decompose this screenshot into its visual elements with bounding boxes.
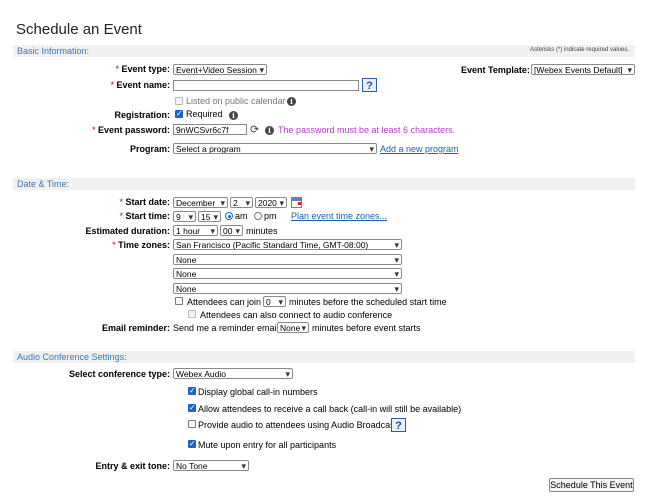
registration-required-checkbox[interactable] <box>175 109 183 118</box>
attendees-join-checkbox[interactable] <box>175 297 183 305</box>
basic-information-title: Basic Information: <box>17 46 90 56</box>
event-password-label: * Event password: <box>91 125 170 135</box>
required-note: Asterisks (*) indicate required values. <box>529 47 629 53</box>
join-minutes-suffix: minutes before the scheduled start time <box>289 297 447 307</box>
pm-radio[interactable] <box>254 212 262 220</box>
join-minutes-select[interactable]: 0 <box>263 296 286 307</box>
global-callin-checkbox[interactable] <box>188 386 196 395</box>
audio-broadcast-checkbox[interactable] <box>188 420 196 428</box>
start-year-select[interactable]: 2020 <box>255 197 287 208</box>
basic-information-header: Basic Information: Asterisks (*) indicat… <box>13 45 635 57</box>
page-title: Schedule an Event <box>16 21 142 38</box>
global-callin-label: Display global call-in numbers <box>198 387 318 397</box>
event-password-input[interactable]: 9nWCSvr6c7f <box>173 124 247 135</box>
add-program-link[interactable]: Add a new program <box>380 144 459 154</box>
audio-connect-checkbox[interactable] <box>188 310 196 318</box>
calendar-icon[interactable] <box>291 197 302 208</box>
audio-broadcast-label: Provide audio to attendees using Audio B… <box>198 420 398 430</box>
start-minute-select[interactable]: 15 <box>198 211 221 222</box>
entry-exit-tone-label: Entry & exit tone: <box>95 461 170 471</box>
event-type-label: * Event type: <box>115 64 170 74</box>
entry-exit-tone-select[interactable]: No Tone <box>173 460 249 471</box>
reminder-select[interactable]: None <box>277 322 309 333</box>
time-zone-select-1[interactable]: San Francisco (Pacific Standard Time, GM… <box>173 239 402 250</box>
listed-public-checkbox[interactable] <box>175 97 183 105</box>
audio-conference-title: Audio Conference Settings: <box>17 352 127 362</box>
duration-minutes-select[interactable]: 00 <box>220 225 243 236</box>
email-reminder-prefix: Send me a reminder email <box>173 323 279 333</box>
estimated-duration-label: Estimated duration: <box>85 226 170 236</box>
start-month-select[interactable]: December <box>173 197 228 208</box>
event-name-label: * Event name: <box>110 80 170 90</box>
event-template-select[interactable]: [Webex Events Default] <box>531 64 635 75</box>
audio-broadcast-help-icon[interactable]: ? <box>391 418 406 432</box>
password-info-icon[interactable]: i <box>265 126 274 135</box>
time-zone-select-4[interactable]: None <box>173 283 402 294</box>
duration-hours-select[interactable]: 1 hour <box>173 225 218 236</box>
conference-type-label: Select conference type: <box>68 369 170 379</box>
mute-entry-label: Mute upon entry for all participants <box>198 440 337 450</box>
email-reminder-label: Email reminder: <box>101 323 170 333</box>
event-name-input[interactable] <box>173 80 359 91</box>
start-hour-select[interactable]: 9 <box>173 211 196 222</box>
callback-checkbox[interactable] <box>188 403 196 412</box>
time-zones-label: * Time zones: <box>112 240 170 250</box>
time-zone-select-2[interactable]: None <box>173 254 402 265</box>
time-zone-select-3[interactable]: None <box>173 268 402 279</box>
schedule-event-button[interactable]: Schedule This Event <box>549 478 634 492</box>
date-time-title: Date & Time: <box>17 179 70 189</box>
event-name-help-icon[interactable]: ? <box>362 78 377 92</box>
listed-public-info-icon[interactable]: i <box>287 97 296 106</box>
conference-type-select[interactable]: Webex Audio <box>173 368 293 379</box>
pm-label: pm <box>264 211 277 221</box>
registration-required-label: Required <box>186 109 223 119</box>
duration-minutes-label: minutes <box>246 226 278 236</box>
attendees-join-label: Attendees can join <box>187 297 262 307</box>
date-time-header: Date & Time: <box>13 178 635 190</box>
audio-conference-header: Audio Conference Settings: <box>13 351 635 363</box>
start-day-select[interactable]: 2 <box>230 197 253 208</box>
registration-label: Registration: <box>114 110 170 120</box>
plan-time-zones-link[interactable]: Plan event time zones... <box>291 211 387 221</box>
start-date-label: * Start date: <box>119 197 170 207</box>
registration-info-icon[interactable]: i <box>229 111 238 120</box>
callback-label: Allow attendees to receive a call back (… <box>198 404 462 414</box>
program-label: Program: <box>129 144 170 154</box>
mute-entry-checkbox[interactable] <box>188 439 196 448</box>
start-time-label: * Start time: <box>119 211 170 221</box>
password-hint: The password must be at least 6 characte… <box>278 125 456 135</box>
listed-public-label: Listed on public calendar <box>186 96 286 106</box>
program-select[interactable]: Select a program <box>173 143 377 154</box>
refresh-password-icon[interactable]: ⟳ <box>250 123 259 136</box>
event-template-label: Event Template: <box>461 65 530 75</box>
event-type-select[interactable]: Event+Video Session <box>173 64 267 75</box>
email-reminder-suffix: minutes before event starts <box>312 323 421 333</box>
am-label: am <box>235 211 248 221</box>
am-radio[interactable] <box>225 212 233 220</box>
audio-connect-label: Attendees can also connect to audio conf… <box>200 310 393 320</box>
